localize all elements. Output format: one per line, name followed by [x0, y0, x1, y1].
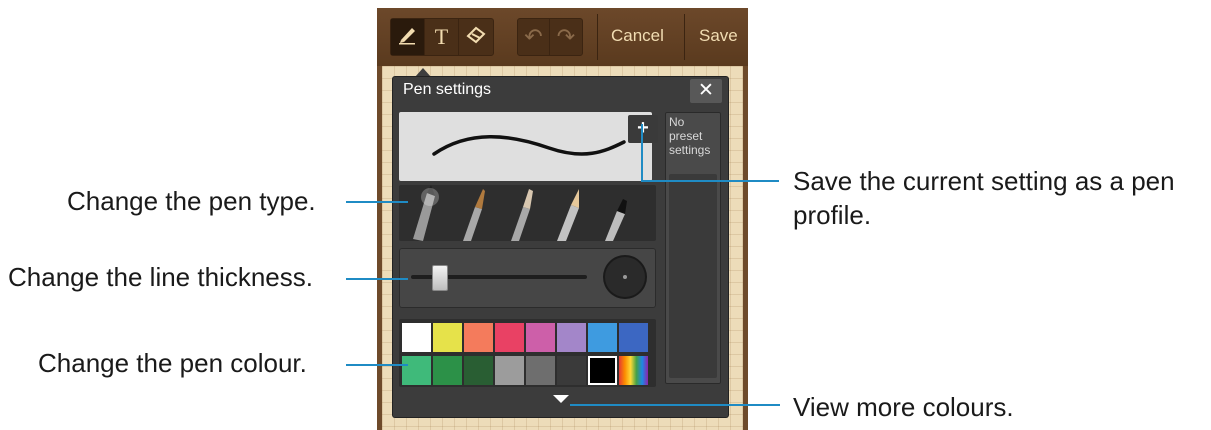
- redo-button[interactable]: ↷: [550, 19, 582, 55]
- close-icon: ✕: [698, 80, 714, 101]
- text-tool-button[interactable]: T: [425, 19, 459, 55]
- leader-colour: [346, 364, 408, 366]
- pen-type-selector: [399, 185, 656, 241]
- line-thickness-control: [399, 248, 656, 308]
- preset-list-area: [669, 174, 717, 378]
- leader-save: [641, 180, 779, 182]
- text-icon: T: [434, 24, 449, 49]
- triangle-down-icon[interactable]: [553, 395, 569, 403]
- label-save-line1: Save the current setting as a pen: [793, 166, 1175, 196]
- eraser-icon: [465, 24, 487, 50]
- pen-type-calligraphy[interactable]: [511, 189, 533, 241]
- color-swatch[interactable]: [402, 323, 431, 352]
- stroke-preview: +: [399, 112, 658, 181]
- preset-list: No preset settings: [665, 112, 721, 384]
- tool-group: T: [390, 18, 494, 56]
- undo-button[interactable]: ↶: [518, 19, 550, 55]
- color-swatch[interactable]: [526, 323, 555, 352]
- plus-icon: +: [637, 117, 649, 139]
- label-more-colours: View more colours.: [793, 392, 1014, 422]
- label-thickness: Change the line thickness.: [8, 262, 313, 292]
- label-pen-type: Change the pen type.: [67, 186, 316, 216]
- stroke-preview-line: [432, 135, 626, 156]
- leader-more-colours: [570, 404, 780, 406]
- label-save-line2: profile.: [793, 200, 872, 230]
- color-swatch[interactable]: [588, 323, 617, 352]
- add-preset-button[interactable]: +: [628, 115, 658, 143]
- color-swatch[interactable]: [557, 323, 586, 352]
- color-swatch[interactable]: [557, 356, 586, 385]
- undo-icon: ↶: [524, 24, 543, 49]
- leader-thickness: [346, 278, 408, 280]
- toolbar-divider: [684, 14, 685, 60]
- preset-empty-text: No preset settings: [669, 115, 711, 157]
- color-swatch[interactable]: [619, 323, 648, 352]
- toolbar: T ↶ ↷ Cancel Save: [377, 8, 748, 66]
- color-swatch[interactable]: [588, 356, 617, 385]
- color-swatch[interactable]: [495, 356, 524, 385]
- pen-settings-panel: Pen settings ✕ + No preset settings: [393, 77, 728, 417]
- leader-pen-type: [346, 201, 408, 203]
- color-swatch[interactable]: [526, 356, 555, 385]
- save-button[interactable]: Save: [699, 18, 738, 54]
- pen-icon: [397, 23, 419, 51]
- redo-icon: ↷: [556, 24, 576, 49]
- pen-tool-button[interactable]: [391, 19, 425, 55]
- close-button[interactable]: ✕: [690, 79, 722, 103]
- leader-save-vertical: [641, 124, 643, 182]
- popup-pointer: [415, 68, 431, 77]
- color-swatch[interactable]: [402, 356, 431, 385]
- color-palette: [399, 319, 656, 387]
- panel-title: Pen settings: [403, 81, 492, 98]
- pen-type-pencil[interactable]: [557, 189, 579, 241]
- history-group: ↶ ↷: [517, 18, 583, 56]
- color-picker-swatch[interactable]: [619, 356, 648, 385]
- color-swatch[interactable]: [433, 356, 462, 385]
- phone-screenshot: T ↶ ↷ Cancel Save Pen settings ✕ + No pr…: [377, 8, 748, 430]
- thickness-preview: [605, 257, 645, 297]
- pen-type-icons: [413, 185, 627, 241]
- pen-type-brush[interactable]: [463, 189, 485, 241]
- eraser-tool-button[interactable]: [459, 19, 493, 55]
- label-colour: Change the pen colour.: [38, 348, 307, 378]
- color-swatch[interactable]: [433, 323, 462, 352]
- toolbar-divider: [597, 14, 598, 60]
- pen-type-pen[interactable]: [413, 185, 439, 241]
- color-swatch[interactable]: [495, 323, 524, 352]
- pen-type-marker[interactable]: [605, 199, 627, 241]
- color-swatch[interactable]: [464, 323, 493, 352]
- color-swatch[interactable]: [464, 356, 493, 385]
- cancel-button[interactable]: Cancel: [611, 18, 664, 54]
- thickness-slider-thumb[interactable]: [432, 265, 449, 291]
